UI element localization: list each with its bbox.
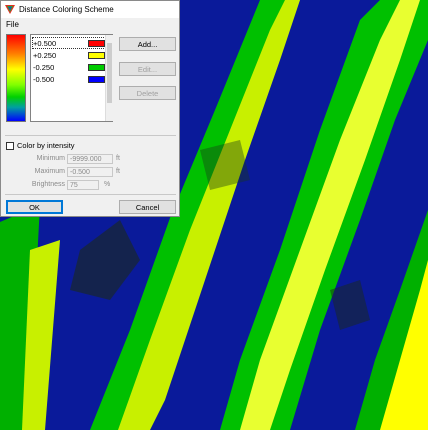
minimum-label: Minimum [36, 155, 65, 162]
scheme-row-value: +0.500 [33, 38, 57, 48]
maximum-label: Maximum [34, 168, 65, 175]
menu-file[interactable]: File [6, 20, 19, 29]
cancel-button[interactable]: Cancel [119, 200, 176, 214]
color-by-intensity-option[interactable]: Color by intensity [6, 141, 75, 150]
scheme-row[interactable]: -0.500 [33, 74, 105, 84]
maximum-field[interactable] [67, 167, 113, 177]
scrollbar-thumb[interactable] [107, 43, 112, 103]
distance-coloring-dialog: Distance Coloring Scheme File +0.500 +0.… [0, 0, 180, 217]
scheme-row-value: -0.500 [33, 74, 55, 84]
scheme-row-swatch [88, 51, 105, 59]
minimum-field[interactable] [67, 154, 113, 164]
add-button[interactable]: Add... [119, 37, 176, 51]
minimum-unit: ft [116, 155, 120, 162]
delete-button[interactable]: Delete [119, 86, 176, 100]
scheme-list-scrollbar[interactable] [105, 35, 113, 121]
ok-button[interactable]: OK [6, 200, 63, 214]
color-by-intensity-label: Color by intensity [17, 141, 75, 150]
scheme-row-value: -0.250 [33, 62, 55, 72]
dialog-titlebar[interactable]: Distance Coloring Scheme [1, 1, 179, 18]
scheme-row[interactable]: +0.250 [33, 50, 105, 60]
edit-button[interactable]: Edit... [119, 62, 176, 76]
divider [5, 194, 176, 195]
scheme-list[interactable]: +0.500 +0.250 -0.250 -0.500 [30, 34, 113, 122]
scheme-row-swatch [88, 39, 105, 47]
divider [5, 135, 176, 136]
brightness-unit: % [104, 181, 111, 188]
app-logo-icon [5, 4, 15, 14]
menu-bar: File [1, 18, 179, 31]
scheme-row-swatch [88, 63, 105, 71]
brightness-field[interactable] [67, 180, 99, 190]
scheme-row[interactable]: +0.500 [32, 37, 106, 49]
maximum-unit: ft [116, 168, 120, 175]
scheme-row-value: +0.250 [33, 50, 57, 60]
scheme-row[interactable]: -0.250 [33, 62, 105, 72]
color-gradient-bar [6, 34, 26, 122]
color-by-intensity-checkbox[interactable] [6, 141, 14, 150]
brightness-label: Brightness [31, 181, 65, 188]
dialog-title: Distance Coloring Scheme [19, 5, 114, 14]
scheme-row-swatch [88, 75, 105, 83]
